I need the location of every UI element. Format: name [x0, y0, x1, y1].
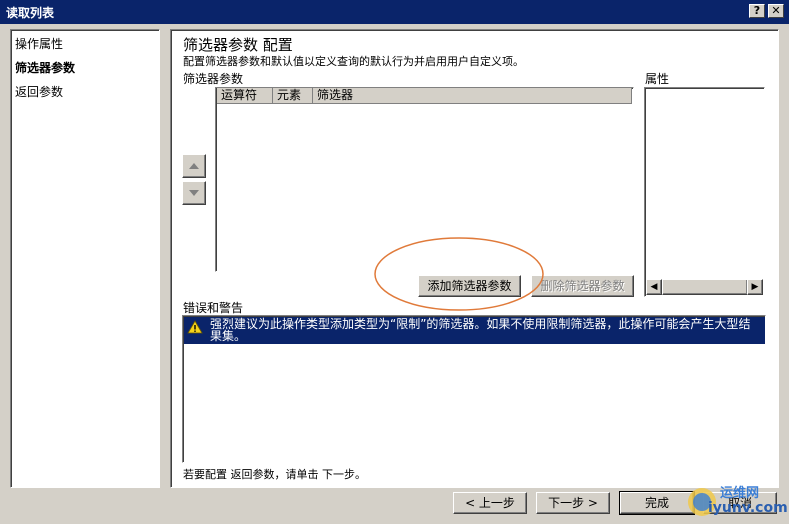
warning-row[interactable]: 强烈建议为此操作类型添加类型为“限制”的筛选器。如果不使用限制筛选器，此操作可能…: [184, 317, 765, 344]
title-bar[interactable]: 读取列表 ? ✕: [0, 0, 789, 24]
errors-list[interactable]: 强烈建议为此操作类型添加类型为“限制”的筛选器。如果不使用限制筛选器，此操作可能…: [182, 315, 766, 463]
errors-label: 错误和警告: [183, 301, 244, 315]
triangle-down-icon: [189, 190, 199, 196]
watermark-text-top: 运维网: [720, 486, 760, 501]
window-title: 读取列表: [6, 6, 55, 20]
scroll-left-button[interactable]: ◀: [646, 279, 662, 295]
help-button[interactable]: ?: [749, 4, 765, 18]
finish-button[interactable]: 完成: [619, 491, 695, 515]
watermark-text-bottom: iyunv.com: [708, 500, 788, 516]
next-button[interactable]: 下一步 >: [536, 492, 610, 514]
nav-item-operation-properties[interactable]: 操作属性: [15, 35, 63, 52]
column-header-operator[interactable]: 运算符: [217, 88, 273, 104]
column-header-element[interactable]: 元素: [273, 88, 313, 104]
highlight-circle: [374, 237, 544, 311]
column-header-filter[interactable]: 筛选器: [313, 88, 632, 104]
warning-icon: [187, 320, 203, 334]
nav-item-return-parameters[interactable]: 返回参数: [15, 83, 63, 100]
close-button[interactable]: ✕: [768, 4, 784, 18]
scroll-right-button[interactable]: ▶: [747, 279, 763, 295]
filters-label: 筛选器参数: [183, 72, 244, 86]
nav-panel: 操作属性 筛选器参数 返回参数: [10, 29, 160, 488]
page-title: 筛选器参数 配置: [183, 36, 293, 54]
properties-label: 属性: [645, 72, 670, 86]
footer-hint: 若要配置 返回参数，请单击 下一步。: [183, 468, 366, 481]
properties-panel: [644, 87, 765, 297]
page-description: 配置筛选器参数和默认值以定义查询的默认行为并启用用户自定义项。: [183, 55, 524, 68]
back-button[interactable]: < 上一步: [453, 492, 527, 514]
move-down-button[interactable]: [182, 181, 206, 205]
triangle-up-icon: [189, 163, 199, 169]
scroll-thumb[interactable]: [662, 279, 748, 295]
watermark-logo: 运维网 iyunv.com: [686, 480, 788, 520]
warning-message: 强烈建议为此操作类型添加类型为“限制”的筛选器。如果不使用限制筛选器，此操作可能…: [210, 317, 751, 343]
nav-item-filter-parameters[interactable]: 筛选器参数: [15, 59, 75, 76]
properties-horizontal-scrollbar[interactable]: ◀ ▶: [646, 279, 763, 295]
move-up-button[interactable]: [182, 154, 206, 178]
